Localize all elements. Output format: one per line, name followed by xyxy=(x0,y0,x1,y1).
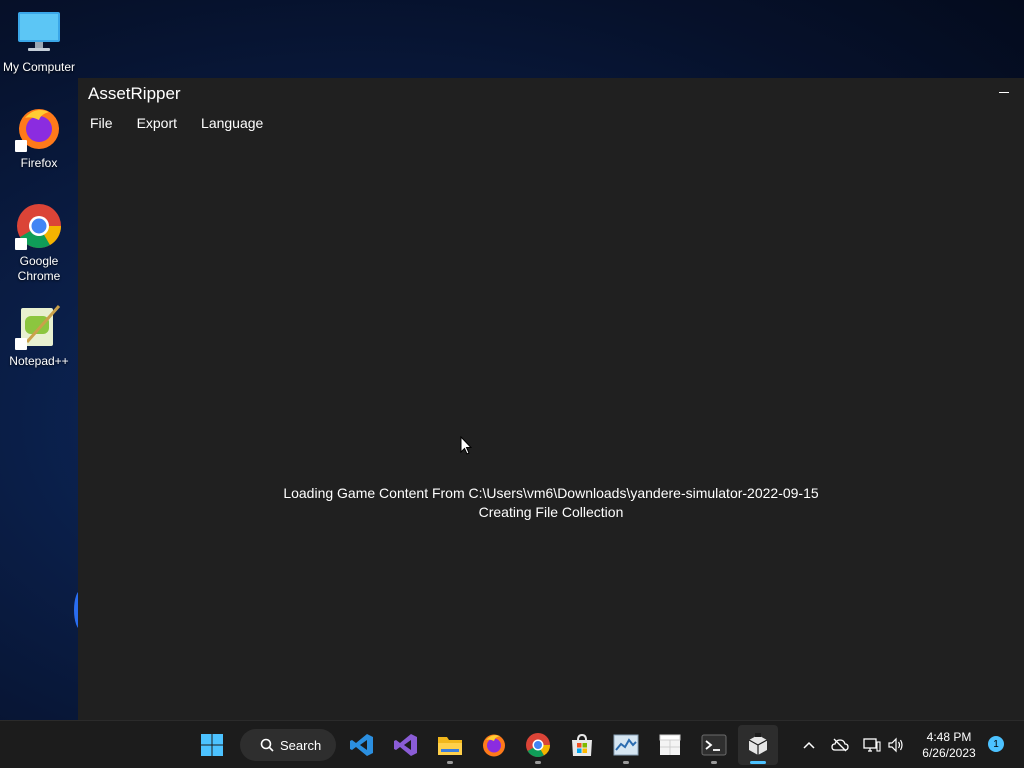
vscode-icon xyxy=(350,734,373,756)
taskbar-visual-studio[interactable] xyxy=(386,725,426,765)
store-icon xyxy=(572,733,592,756)
visual-studio-icon xyxy=(394,734,417,756)
assetripper-window: AssetRipper File Export Language Loading… xyxy=(78,78,1024,720)
running-indicator xyxy=(711,761,717,764)
network-status[interactable] xyxy=(862,735,882,755)
loading-step-text: Creating File Collection xyxy=(478,504,624,520)
speaker-icon xyxy=(888,737,903,753)
menu-file[interactable]: File xyxy=(78,112,125,134)
taskbar-snipping-tool[interactable] xyxy=(650,725,690,765)
chrome-icon xyxy=(15,202,63,250)
clock-time: 4:48 PM xyxy=(926,730,972,744)
chevron-up-icon xyxy=(803,741,815,749)
running-indicator xyxy=(535,761,541,764)
shortcut-arrow-icon xyxy=(15,140,27,152)
menu-export[interactable]: Export xyxy=(125,112,189,134)
clock-date: 6/26/2023 xyxy=(922,746,976,760)
taskbar-vscode[interactable] xyxy=(342,725,382,765)
desktop-icon-notepadpp[interactable]: Notepad++ xyxy=(0,302,78,369)
network-icon xyxy=(863,738,881,752)
window-title: AssetRipper xyxy=(88,84,181,103)
desktop-icon-label: My Computer xyxy=(2,60,76,74)
search-icon xyxy=(260,738,274,752)
loading-path-text: Loading Game Content From C:\Users\vm6\D… xyxy=(283,485,819,501)
task-manager-icon xyxy=(613,734,639,756)
notification-badge[interactable]: 1 xyxy=(988,736,1004,752)
cloud-offline-icon xyxy=(831,738,849,752)
taskbar: Search 4:48 PM 6/26/2023 xyxy=(0,720,1024,768)
menu-language[interactable]: Language xyxy=(189,112,275,134)
running-indicator xyxy=(447,761,453,764)
menu-bar: File Export Language xyxy=(78,112,275,134)
volume-control[interactable] xyxy=(886,735,906,755)
shortcut-arrow-icon xyxy=(15,338,27,350)
minimize-icon xyxy=(999,91,1009,93)
taskbar-assetripper[interactable] xyxy=(738,725,778,765)
minimize-button[interactable] xyxy=(994,82,1014,102)
shortcut-arrow-icon xyxy=(15,238,27,250)
running-indicator xyxy=(623,761,629,764)
taskbar-chrome[interactable] xyxy=(518,725,558,765)
taskbar-file-explorer[interactable] xyxy=(430,725,470,765)
show-hidden-icons-button[interactable] xyxy=(799,735,819,755)
start-icon xyxy=(201,734,223,756)
taskbar-firefox[interactable] xyxy=(474,725,514,765)
terminal-icon xyxy=(701,734,727,756)
start-button[interactable] xyxy=(192,725,232,765)
monitor-icon xyxy=(15,8,63,56)
assetripper-icon xyxy=(748,733,768,755)
taskbar-store[interactable] xyxy=(562,725,602,765)
desktop-icon-label: Notepad++ xyxy=(9,354,69,368)
loading-status: Loading Game Content From C:\Users\vm6\D… xyxy=(78,484,1024,522)
notepadpp-icon xyxy=(15,302,63,350)
taskbar-search[interactable]: Search xyxy=(240,729,336,761)
firefox-icon xyxy=(15,104,63,152)
chrome-icon xyxy=(526,733,550,758)
taskbar-task-manager[interactable] xyxy=(606,725,646,765)
desktop-icon-chrome[interactable]: Google Chrome xyxy=(0,202,78,284)
taskbar-clock[interactable]: 4:48 PM 6/26/2023 xyxy=(914,729,984,761)
firefox-icon xyxy=(483,734,505,757)
file-explorer-icon xyxy=(438,737,462,755)
desktop-icon-label: Google Chrome xyxy=(17,254,61,283)
desktop-icon-label: Firefox xyxy=(20,156,58,170)
search-label: Search xyxy=(280,737,322,753)
active-indicator xyxy=(750,761,766,764)
snipping-icon xyxy=(659,734,681,755)
mouse-cursor-icon xyxy=(460,435,473,461)
desktop-icon-firefox[interactable]: Firefox xyxy=(0,104,78,171)
desktop-icon-my-computer[interactable]: My Computer xyxy=(0,8,78,75)
onedrive-status[interactable] xyxy=(830,735,850,755)
taskbar-terminal[interactable] xyxy=(694,725,734,765)
